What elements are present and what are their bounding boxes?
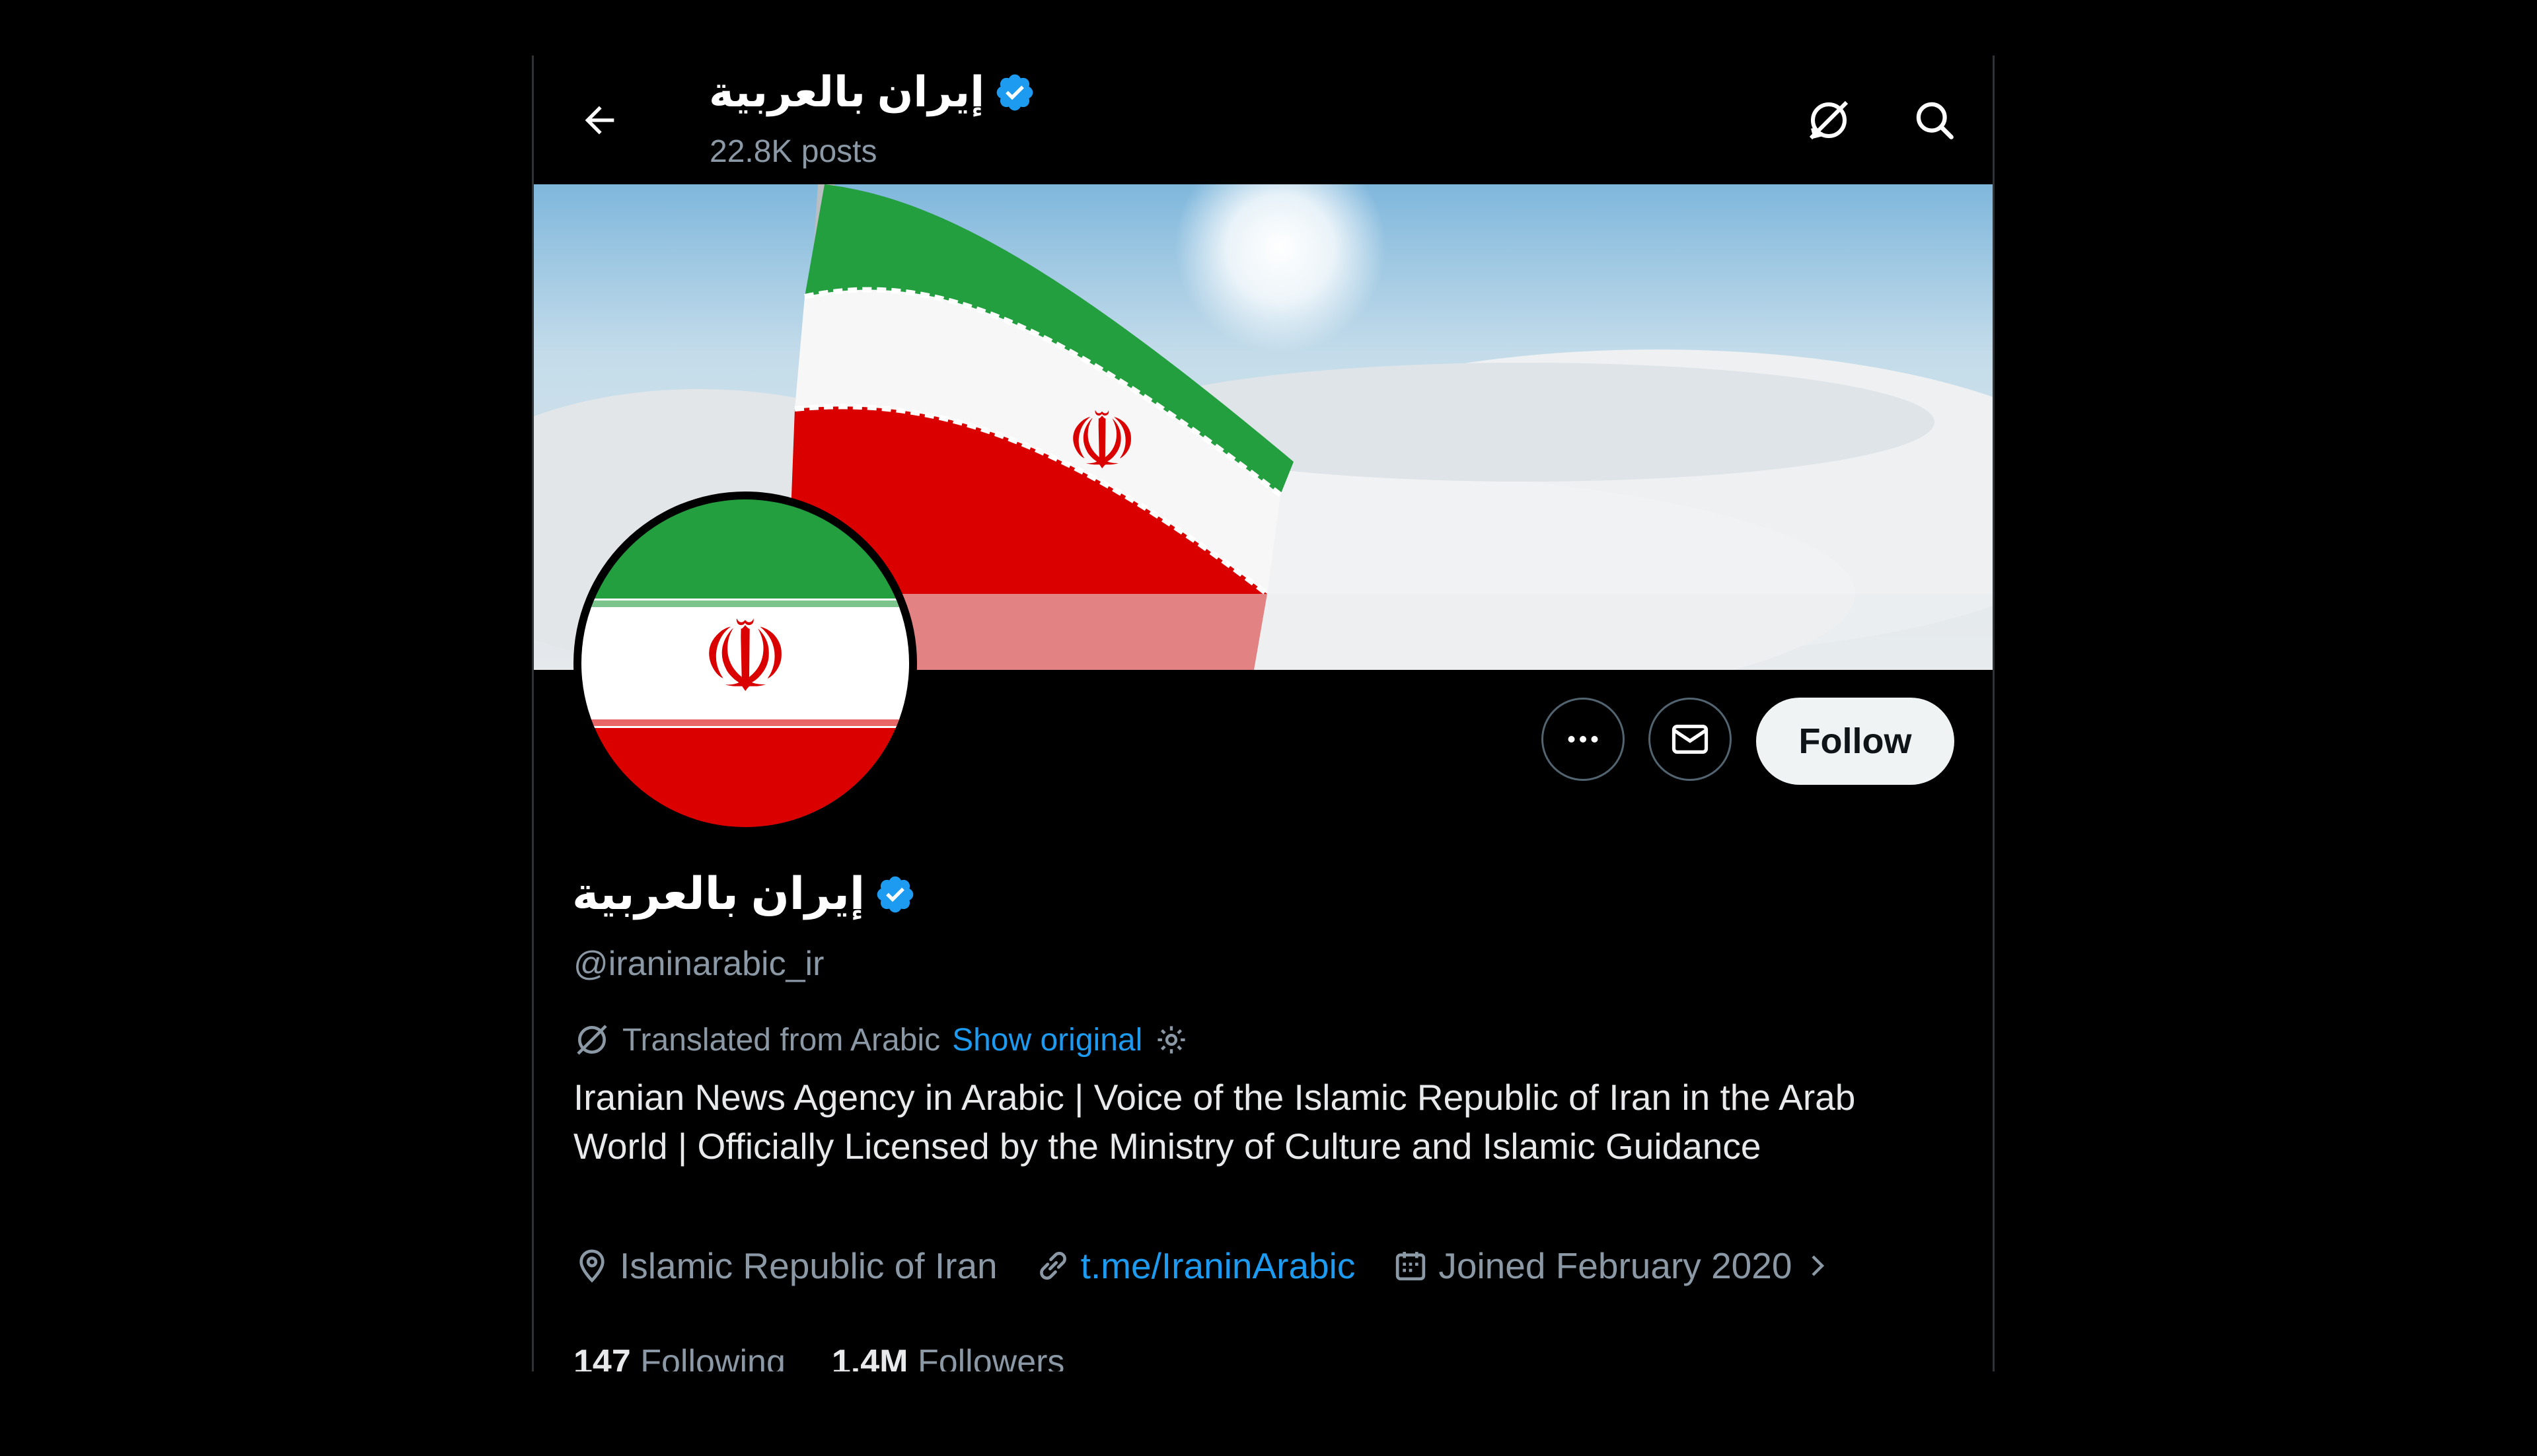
more-icon xyxy=(1568,736,1598,743)
header-name: إيران بالعربية xyxy=(709,68,985,116)
envelope-icon xyxy=(1672,725,1709,754)
translated-label: Translated from Arabic xyxy=(622,1022,941,1058)
following-label: Following xyxy=(640,1343,786,1371)
followers-label: Followers xyxy=(917,1343,1065,1371)
location-text: Islamic Republic of Iran xyxy=(620,1245,998,1286)
header-title: إيران بالعربية xyxy=(709,67,1036,117)
join-date[interactable]: Joined February 2020 xyxy=(1392,1245,1833,1287)
message-button[interactable] xyxy=(1648,698,1732,781)
profile-handle: @iraninarabic_ir xyxy=(573,945,825,983)
avatar-image: ☫ xyxy=(581,499,909,827)
verified-badge-icon xyxy=(996,74,1033,110)
link-icon xyxy=(1039,1251,1066,1280)
profile-bio: Iranian News Agency in Arabic | Voice of… xyxy=(573,1077,1856,1167)
location: Islamic Republic of Iran xyxy=(573,1245,998,1287)
website-link[interactable]: t.me/IraninArabic xyxy=(1081,1245,1356,1287)
show-original-link[interactable]: Show original xyxy=(952,1022,1142,1058)
following-stat[interactable]: 147 Following xyxy=(573,1342,786,1371)
chevron-right-icon xyxy=(1812,1255,1825,1276)
search-icon xyxy=(1916,102,1954,139)
back-button[interactable] xyxy=(573,94,626,147)
profile-stats: 147 Following 1.4M Followers xyxy=(573,1342,1064,1371)
more-options-button[interactable] xyxy=(1541,698,1625,781)
followers-stat[interactable]: 1.4M Followers xyxy=(832,1342,1065,1371)
follow-button[interactable]: Follow xyxy=(1756,698,1954,785)
display-name: إيران بالعربية xyxy=(572,869,865,919)
profile-avatar[interactable]: ☫ xyxy=(573,491,917,835)
profile-header: إيران بالعربية 22.8K posts xyxy=(534,55,1993,184)
post-count: 22.8K posts xyxy=(710,134,877,169)
profile-meta: Islamic Republic of Iran t.me/IraninArab… xyxy=(573,1245,1870,1287)
translate-button[interactable] xyxy=(1802,94,1855,147)
svg-text:☫: ☫ xyxy=(701,600,790,715)
svg-text:☫: ☫ xyxy=(1066,396,1138,488)
calendar-icon xyxy=(1396,1252,1426,1281)
translation-notice: Translated from Arabic Show original xyxy=(573,1021,1189,1058)
profile-panel: إيران بالعربية 22.8K posts ☫ ☫ Follow إي… xyxy=(532,55,1995,1371)
profile-name: إيران بالعربية xyxy=(572,868,916,920)
joined-text: Joined February 2020 xyxy=(1438,1245,1792,1286)
followers-count: 1.4M xyxy=(831,1343,908,1371)
gear-icon[interactable] xyxy=(1154,1023,1189,1057)
translate-icon xyxy=(577,1025,607,1055)
verified-badge-icon xyxy=(877,876,914,912)
website[interactable]: t.me/IraninArabic xyxy=(1035,1245,1356,1287)
following-count: 147 xyxy=(573,1343,631,1371)
translate-icon xyxy=(1809,100,1849,140)
arrow-left-icon xyxy=(585,106,614,135)
location-pin-icon xyxy=(579,1249,605,1283)
search-button[interactable] xyxy=(1908,94,1961,147)
